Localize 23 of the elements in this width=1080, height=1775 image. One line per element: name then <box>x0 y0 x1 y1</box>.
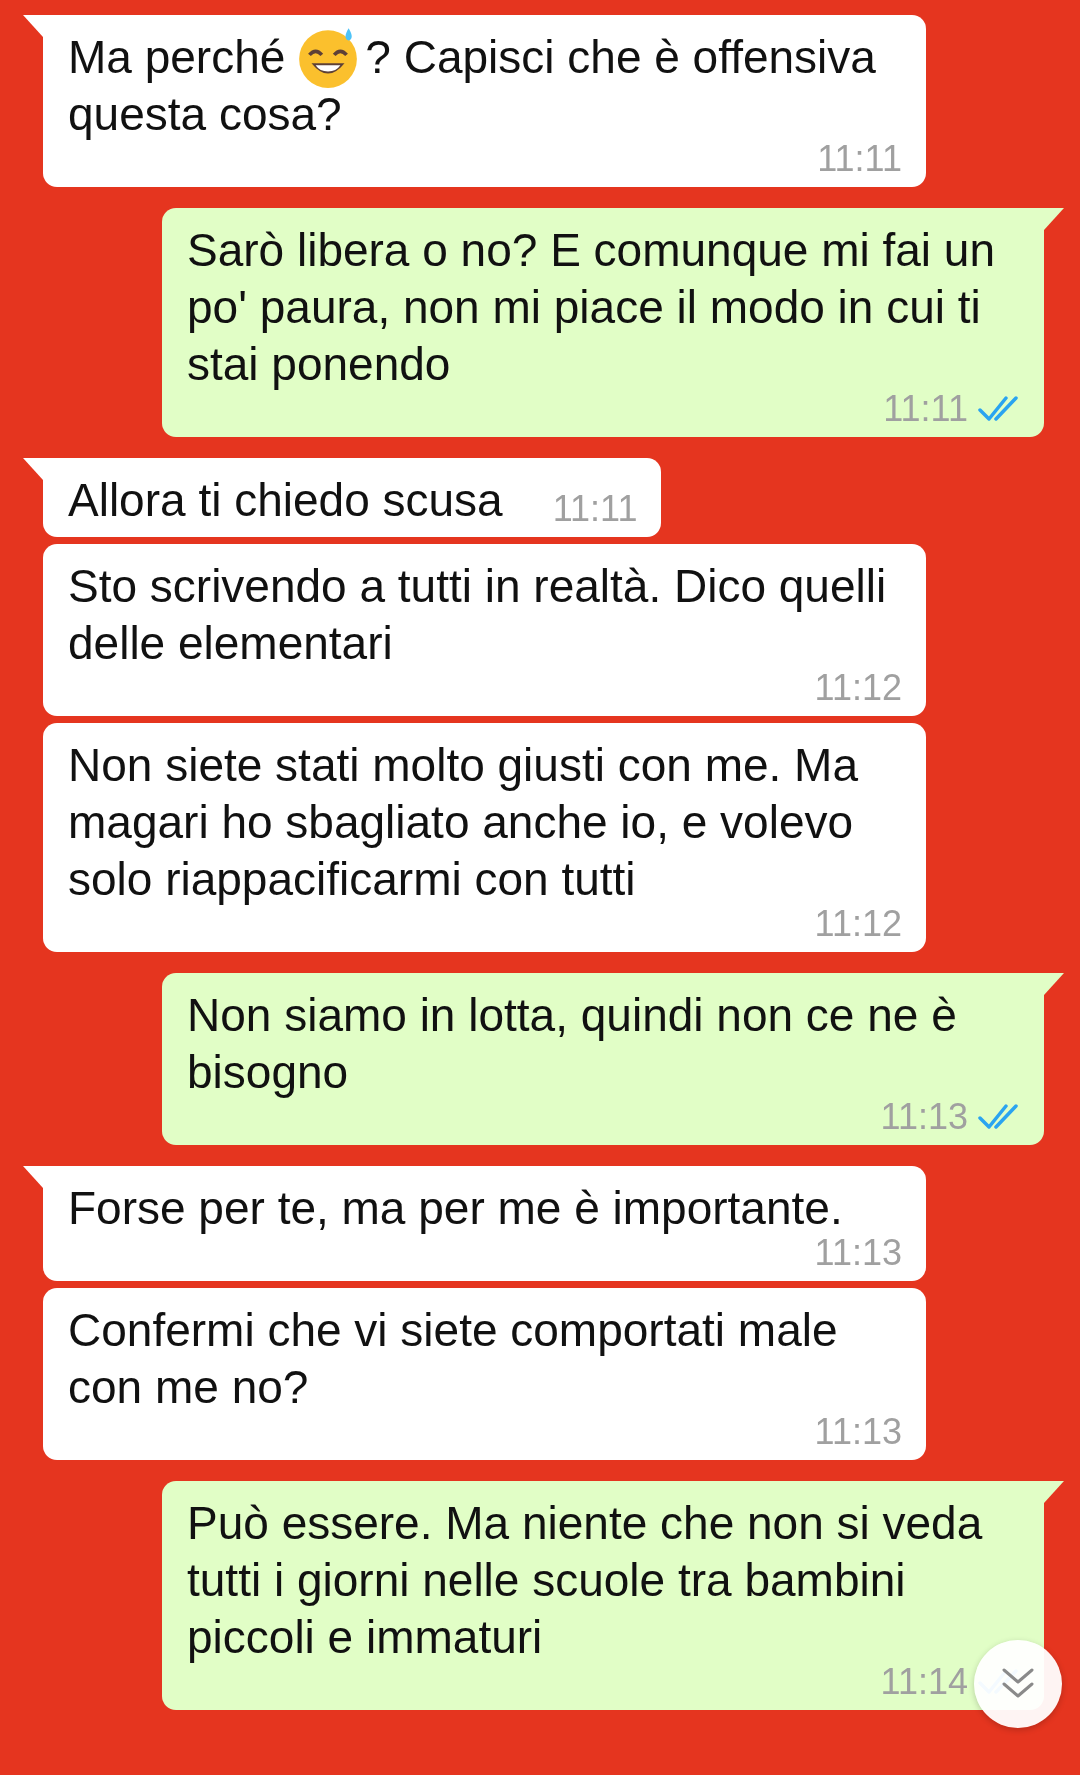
message-text: Non siamo in lotta, quindi non ce ne è bisogno <box>187 989 957 1098</box>
scroll-down-button[interactable] <box>974 1640 1062 1728</box>
message-time: 11:11 <box>817 139 902 179</box>
message-time: 11:12 <box>814 668 902 708</box>
message-text: Sarò libera o no? E comunque mi fai un po' paura, non mi piace il modo in cui ti stai ponendo <box>187 224 996 390</box>
message-time: 11:12 <box>814 904 902 944</box>
message-text: Allora ti chiedo scusa <box>68 474 503 526</box>
message-time: 11:13 <box>814 1412 902 1452</box>
message-text: Confermi che vi siete comportati male con me no? <box>68 1304 838 1413</box>
message-text: Forse per te, ma per me è importante. <box>68 1182 843 1234</box>
double-check-icon <box>978 1103 1020 1131</box>
message-time: 11:11 <box>883 389 968 429</box>
message-text: Non siete stati molto giusti con me. Ma magari ho sbagliato anche io, e volevo solo riappacificarmi con tutti <box>68 739 858 905</box>
message-text: Ma perché <box>68 31 286 83</box>
message-time: 11:14 <box>880 1662 968 1702</box>
message-text: questa cosa? <box>68 88 342 140</box>
message-time: 11:13 <box>814 1233 902 1273</box>
message-text: Sto scrivendo a tutti in realtà. Dico quelli delle elementari <box>68 560 887 669</box>
double-check-icon <box>978 395 1020 423</box>
message-text: Può essere. Ma niente che non si veda tutti i giorni nelle scuole tra bambini piccoli e immaturi <box>187 1497 983 1663</box>
message-time: 11:13 <box>880 1097 968 1137</box>
message-time: 11:11 <box>552 489 638 529</box>
message-text: ? Capisci che è offensiva <box>365 31 876 83</box>
